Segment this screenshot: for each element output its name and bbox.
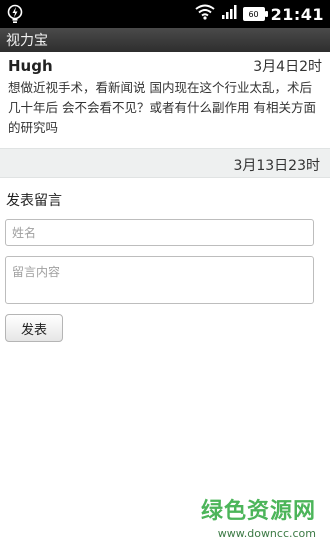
signal-icon [221, 4, 237, 24]
status-bar: 60 21:41 [0, 0, 330, 28]
app-title: 视力宝 [6, 33, 48, 49]
lightning-bulb-icon [6, 4, 24, 24]
app-title-bar: 视力宝 [0, 28, 330, 52]
watermark: 绿色资源网 www.downcc.com [201, 493, 316, 540]
battery-icon: 60 [242, 7, 268, 21]
reply-strip: 3月13日23时 [0, 148, 330, 178]
comment-header: Hugh 3月4日2时 [8, 56, 322, 76]
comment-time: 3月4日2时 [253, 59, 322, 75]
watermark-url: www.downcc.com [217, 527, 316, 540]
comment-author: Hugh [8, 57, 53, 75]
status-indicators: 60 21:41 [194, 0, 324, 28]
submit-button[interactable]: 发表 [5, 314, 63, 342]
watermark-title: 绿色资源网 [200, 499, 316, 524]
comment-item: Hugh 3月4日2时 想做近视手术，看新闻说 国内现在这个行业太乱，术后几十年… [0, 52, 330, 148]
comment-text: 想做近视手术，看新闻说 国内现在这个行业太乱，术后几十年后 会不会看不见？或者有… [8, 80, 316, 135]
wifi-icon [194, 4, 215, 24]
clock: 21:41 [270, 4, 324, 24]
name-input[interactable] [5, 219, 314, 246]
reply-time: 3月13日23时 [233, 158, 320, 174]
message-content-input[interactable] [5, 256, 314, 304]
form-title: 发表留言 [6, 193, 62, 209]
